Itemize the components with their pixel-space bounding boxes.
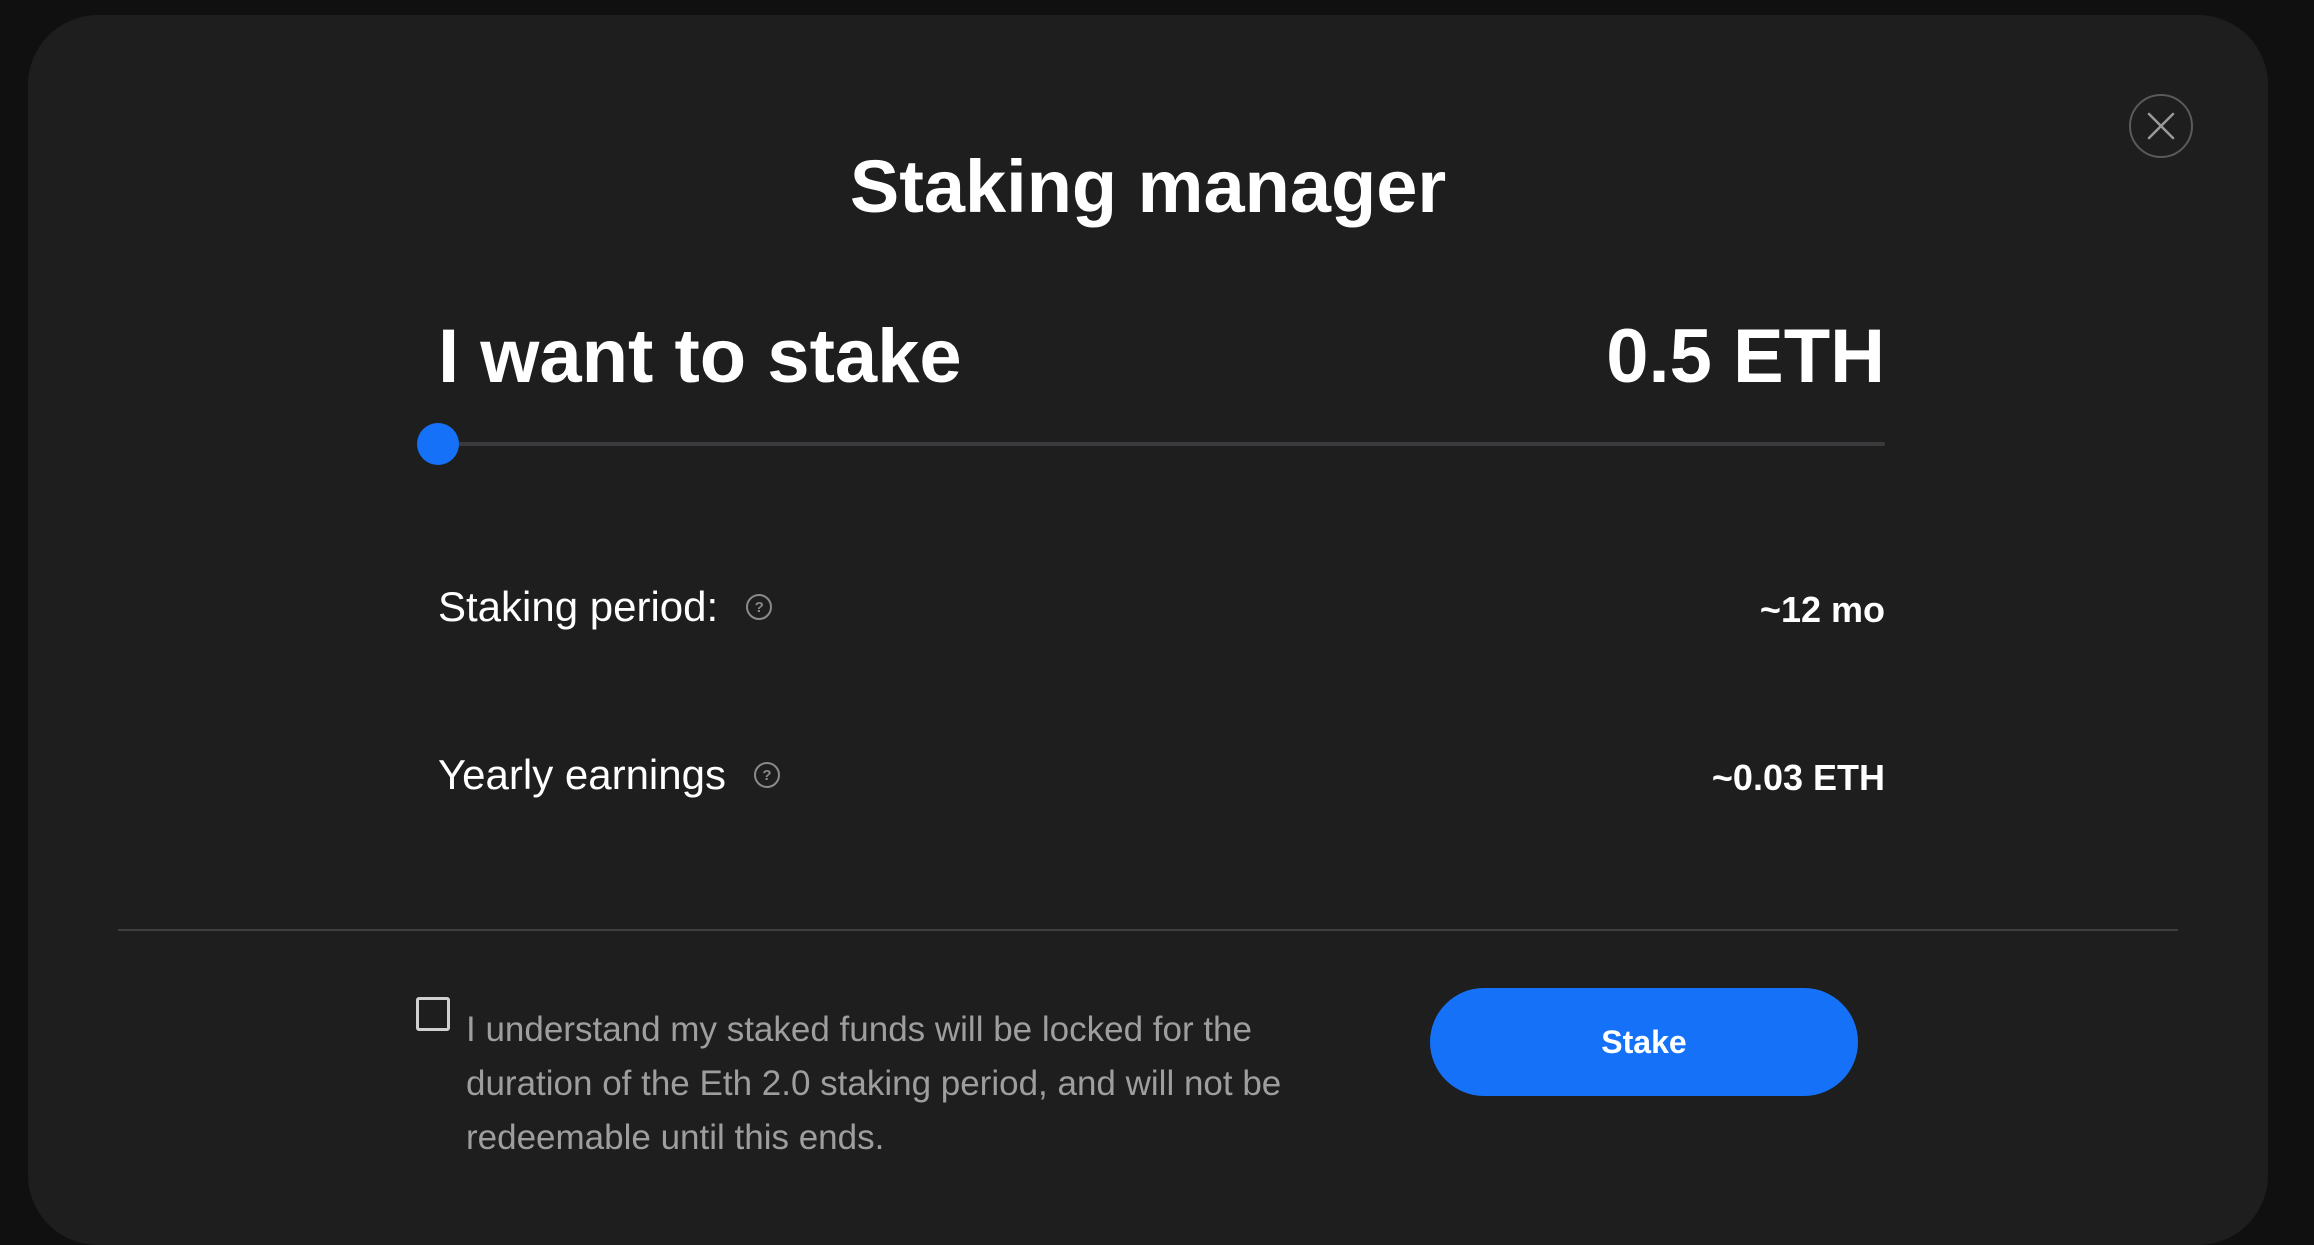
modal-title: Staking manager (849, 145, 1447, 228)
stake-amount-value: 0.5 ETH (1606, 314, 1885, 399)
staking-period-label-row: Staking period: ? (438, 581, 773, 633)
disclaimer-text: I understand my staked funds will be loc… (466, 1010, 1282, 1157)
divider (118, 929, 2178, 931)
stake-amount-label: I want to stake (438, 314, 962, 399)
slider-thumb[interactable] (417, 423, 459, 465)
staking-period-value: ~12 mo (1759, 589, 1885, 630)
staking-manager-modal: Staking manager I want to stake 0.5 ETH … (28, 15, 2268, 1245)
acknowledge-checkbox[interactable] (416, 997, 450, 1031)
yearly-earnings-label-row: Yearly earnings ? (438, 749, 780, 801)
question-circle-icon[interactable]: ? (746, 594, 773, 620)
stake-button[interactable]: Stake (1430, 988, 1858, 1096)
slider-track[interactable] (438, 442, 1885, 446)
staking-period-label: Staking period: (438, 583, 719, 630)
stake-amount-slider[interactable] (417, 423, 1885, 465)
yearly-earnings-value: ~0.03 ETH (1711, 757, 1885, 798)
yearly-earnings-label: Yearly earnings (438, 751, 726, 798)
question-circle-icon[interactable]: ? (753, 762, 780, 788)
close-icon (2147, 112, 2175, 140)
